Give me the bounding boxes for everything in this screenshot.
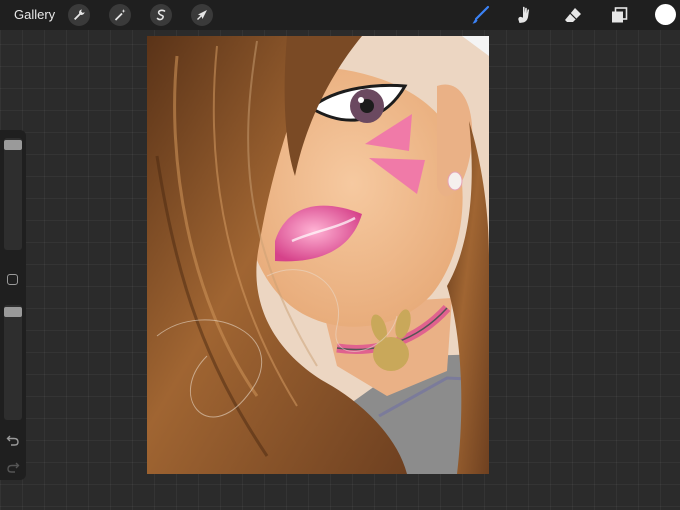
artwork (147, 36, 489, 474)
smudge-icon (518, 6, 530, 23)
eraser-button[interactable] (562, 4, 584, 26)
transform-button[interactable] (191, 4, 213, 26)
left-sidebar (0, 130, 26, 480)
smudge-button[interactable] (514, 4, 536, 26)
modify-square-icon[interactable] (7, 274, 18, 285)
selection-button[interactable] (150, 4, 172, 26)
actions-button[interactable] (68, 4, 90, 26)
magic-wand-icon (114, 9, 126, 21)
undo-icon[interactable] (6, 433, 20, 447)
color-picker-button[interactable] (655, 4, 676, 25)
opacity-slider[interactable] (4, 305, 22, 420)
eraser-icon (565, 8, 581, 22)
brush-icon (472, 5, 490, 24)
brush-size-handle[interactable] (4, 140, 22, 150)
brush-size-slider[interactable] (4, 138, 22, 250)
top-toolbar: Gallery (0, 0, 680, 30)
gallery-button[interactable]: Gallery (14, 7, 55, 22)
layers-icon (612, 7, 628, 23)
opacity-handle[interactable] (4, 307, 22, 317)
redo-icon[interactable] (6, 460, 20, 474)
brush-button[interactable] (470, 4, 492, 26)
transform-arrow-icon (197, 10, 207, 20)
drawing-canvas[interactable] (147, 36, 489, 474)
adjustments-button[interactable] (109, 4, 131, 26)
layers-button[interactable] (608, 4, 630, 26)
wrench-icon (74, 9, 85, 20)
selection-icon (156, 9, 166, 21)
